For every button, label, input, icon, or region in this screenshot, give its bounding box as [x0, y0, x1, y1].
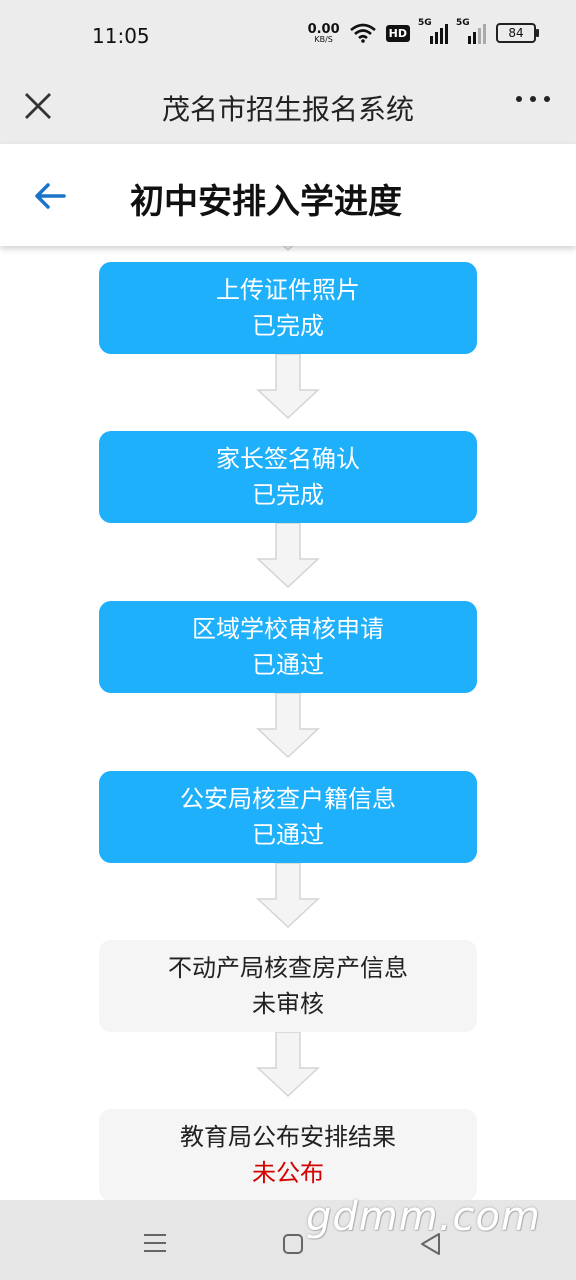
hd-voice-icon: HD	[385, 24, 410, 42]
more-dots-icon[interactable]	[516, 96, 550, 102]
status-bar: 11:05 0.00 KB/S HD 5G 5G 84	[0, 0, 576, 72]
down-arrow-icon	[256, 354, 320, 420]
progress-steps: 上传证件照片 已完成 家长签名确认 已完成 区域学校审核申请 已通过 公安局核查…	[0, 246, 576, 1200]
step-status: 已通过	[252, 651, 324, 679]
signal-5g-icon: 5G	[418, 18, 448, 44]
signal-5g-icon-2: 5G	[456, 18, 486, 44]
step-police-household-check: 公安局核查户籍信息 已通过	[99, 771, 477, 863]
signal-label: 5G	[418, 18, 432, 28]
down-arrow-icon	[256, 523, 320, 589]
down-arrow-icon	[282, 246, 294, 252]
network-speed-value: 0.00	[307, 21, 340, 37]
step-name: 教育局公布安排结果	[180, 1123, 396, 1151]
watermark: gdmm.com	[306, 1194, 541, 1240]
status-icons: 0.00 KB/S HD 5G 5G 84	[308, 18, 539, 44]
step-status: 已完成	[252, 312, 324, 340]
step-name: 不动产局核查房产信息	[168, 954, 408, 982]
wifi-icon	[349, 23, 376, 43]
page-title: 初中安排入学进度	[130, 182, 402, 222]
app-title: 茂名市招生报名系统	[161, 93, 414, 126]
step-parent-signature: 家长签名确认 已完成	[99, 431, 477, 523]
arrow-left-icon[interactable]	[28, 174, 72, 218]
menu-icon[interactable]	[142, 1232, 168, 1254]
network-speed-unit: KB/S	[314, 34, 333, 44]
step-name: 区域学校审核申请	[192, 615, 384, 643]
step-upload-photo: 上传证件照片 已完成	[99, 262, 477, 354]
down-arrow-icon	[256, 863, 320, 929]
down-arrow-icon	[256, 693, 320, 759]
status-time: 11:05	[92, 24, 150, 48]
step-school-review: 区域学校审核申请 已通过	[99, 601, 477, 693]
title-bar: 茂名市招生报名系统	[0, 72, 576, 144]
step-status: 已通过	[252, 821, 324, 849]
step-name: 上传证件照片	[216, 276, 360, 304]
signal-label-2: 5G	[456, 18, 470, 28]
down-arrow-icon	[256, 1032, 320, 1098]
step-name: 公安局核查户籍信息	[180, 785, 396, 813]
step-name: 家长签名确认	[216, 445, 360, 473]
square-home-icon[interactable]	[282, 1233, 304, 1255]
step-status: 已完成	[252, 481, 324, 509]
step-property-check: 不动产局核查房产信息 未审核	[99, 940, 477, 1032]
step-education-bureau-result: 教育局公布安排结果 未公布	[99, 1109, 477, 1200]
step-status: 未审核	[252, 990, 324, 1018]
battery-icon: 84	[496, 23, 539, 43]
network-speed: 0.00 KB/S	[308, 23, 340, 44]
page-header: 初中安排入学进度	[0, 144, 576, 246]
step-status: 未公布	[252, 1159, 324, 1187]
